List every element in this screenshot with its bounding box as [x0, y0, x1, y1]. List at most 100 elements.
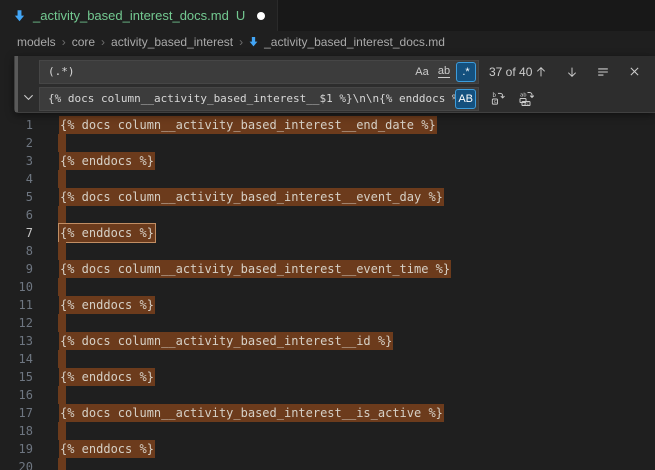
line-number: 17	[0, 404, 33, 422]
match-case-toggle[interactable]: Aa	[412, 62, 432, 82]
breadcrumb-separator: ›	[62, 35, 66, 49]
breadcrumb-file-label: _activity_based_interest_docs.md	[264, 35, 445, 49]
breadcrumb-models[interactable]: models	[17, 35, 56, 49]
line-number: 14	[0, 350, 33, 368]
unsaved-changes-dot[interactable]	[257, 12, 265, 20]
editor: (.*) Aa ab .* 37 of 40	[0, 52, 655, 470]
line-number: 18	[0, 422, 33, 440]
breadcrumb: models › core › activity_based_interest …	[0, 31, 655, 52]
code-line[interactable]: 5 {% docs column__activity_based_interes…	[0, 188, 655, 206]
code-line[interactable]: 8	[0, 242, 655, 260]
code-text: {% enddocs %}	[59, 224, 155, 242]
find-in-selection-icon[interactable]	[594, 63, 612, 81]
line-number: 3	[0, 152, 33, 170]
code-text: {% enddocs %}	[59, 368, 155, 386]
code-line[interactable]: 15 {% enddocs %}	[0, 368, 655, 386]
empty-line-match-highlight	[58, 278, 66, 296]
next-match-button[interactable]	[563, 63, 581, 81]
find-results-count: 37 of 40	[489, 65, 532, 79]
line-number: 9	[0, 260, 33, 278]
code-line[interactable]: 11 {% enddocs %}	[0, 296, 655, 314]
replace-button[interactable]: b c	[488, 90, 506, 108]
whole-word-toggle[interactable]: ab	[434, 62, 454, 82]
regex-toggle[interactable]: .*	[456, 62, 476, 82]
line-number: 8	[0, 242, 33, 260]
svg-text:c: c	[493, 99, 496, 105]
breadcrumb-activity-based-interest[interactable]: activity_based_interest	[111, 35, 233, 49]
line-number: 12	[0, 314, 33, 332]
find-replace-widget: (.*) Aa ab .* 37 of 40	[14, 56, 655, 113]
find-widget-resize-sash[interactable]	[15, 56, 18, 112]
previous-match-button[interactable]	[532, 63, 550, 81]
code-text: {% docs column__activity_based_interest_…	[59, 116, 437, 134]
code-area[interactable]: 1 {% docs column__activity_based_interes…	[0, 116, 655, 470]
breadcrumb-file[interactable]: _activity_based_interest_docs.md	[248, 35, 445, 49]
svg-text:ab: ab	[520, 92, 527, 98]
replace-value-text: {% docs column__activity_based_interest_…	[48, 92, 455, 105]
svg-text:b: b	[492, 92, 496, 99]
line-number: 4	[0, 170, 33, 188]
markdown-file-icon	[13, 9, 26, 22]
empty-line-match-highlight	[58, 422, 66, 440]
breadcrumb-separator: ›	[101, 35, 105, 49]
empty-line-match-highlight	[58, 170, 66, 188]
code-line[interactable]: 10	[0, 278, 655, 296]
code-line[interactable]: 4	[0, 170, 655, 188]
code-line[interactable]: 2	[0, 134, 655, 152]
line-number: 16	[0, 386, 33, 404]
code-text: {% enddocs %}	[59, 152, 155, 170]
find-input[interactable]: (.*) Aa ab .*	[39, 60, 479, 84]
code-text: {% docs column__activity_based_interest_…	[59, 188, 444, 206]
replace-all-button[interactable]: ab ac	[517, 90, 535, 108]
code-line[interactable]: 19 {% enddocs %}	[0, 440, 655, 458]
tab-activity-based-interest-docs[interactable]: _activity_based_interest_docs.md U	[0, 0, 278, 31]
code-line[interactable]: 17 {% docs column__activity_based_intere…	[0, 404, 655, 422]
code-text: {% docs column__activity_based_interest_…	[59, 404, 444, 422]
tab-label: _activity_based_interest_docs.md	[33, 8, 229, 23]
empty-line-match-highlight	[58, 134, 66, 152]
line-number: 19	[0, 440, 33, 458]
line-number: 20	[0, 458, 33, 470]
line-number: 11	[0, 296, 33, 314]
code-text: {% docs column__activity_based_interest_…	[59, 332, 393, 350]
empty-line-match-highlight	[58, 242, 66, 260]
empty-line-match-highlight	[58, 386, 66, 404]
close-icon[interactable]	[625, 63, 643, 81]
code-line[interactable]: 13 {% docs column__activity_based_intere…	[0, 332, 655, 350]
line-number: 1	[0, 116, 33, 134]
empty-line-match-highlight	[58, 458, 66, 470]
code-line[interactable]: 7 {% enddocs %}	[0, 224, 655, 242]
code-line[interactable]: 12	[0, 314, 655, 332]
replace-input[interactable]: {% docs column__activity_based_interest_…	[39, 87, 479, 111]
line-number: 2	[0, 134, 33, 152]
vscode-window: _activity_based_interest_docs.md U model…	[0, 0, 655, 470]
preserve-case-toggle[interactable]: AB	[455, 89, 476, 109]
empty-line-match-highlight	[58, 206, 66, 224]
line-number: 13	[0, 332, 33, 350]
line-number: 6	[0, 206, 33, 224]
tab-bar: _activity_based_interest_docs.md U	[0, 0, 655, 31]
git-status-badge: U	[236, 8, 245, 23]
breadcrumb-core[interactable]: core	[72, 35, 95, 49]
code-line[interactable]: 18	[0, 422, 655, 440]
code-text: {% docs column__activity_based_interest_…	[59, 260, 451, 278]
line-number: 7	[0, 224, 33, 242]
svg-text:ac: ac	[524, 102, 530, 107]
line-number: 5	[0, 188, 33, 206]
line-number: 15	[0, 368, 33, 386]
toggle-replace-chevron-icon[interactable]	[21, 90, 35, 104]
markdown-file-icon	[248, 36, 259, 47]
code-line[interactable]: 20	[0, 458, 655, 470]
breadcrumb-separator: ›	[239, 35, 243, 49]
line-number: 10	[0, 278, 33, 296]
code-line[interactable]: 6	[0, 206, 655, 224]
code-line[interactable]: 14	[0, 350, 655, 368]
code-line[interactable]: 3 {% enddocs %}	[0, 152, 655, 170]
code-line[interactable]: 1 {% docs column__activity_based_interes…	[0, 116, 655, 134]
code-text: {% enddocs %}	[59, 296, 155, 314]
code-text: {% enddocs %}	[59, 440, 155, 458]
code-line[interactable]: 16	[0, 386, 655, 404]
empty-line-match-highlight	[58, 314, 66, 332]
code-line[interactable]: 9 {% docs column__activity_based_interes…	[0, 260, 655, 278]
empty-line-match-highlight	[58, 350, 66, 368]
